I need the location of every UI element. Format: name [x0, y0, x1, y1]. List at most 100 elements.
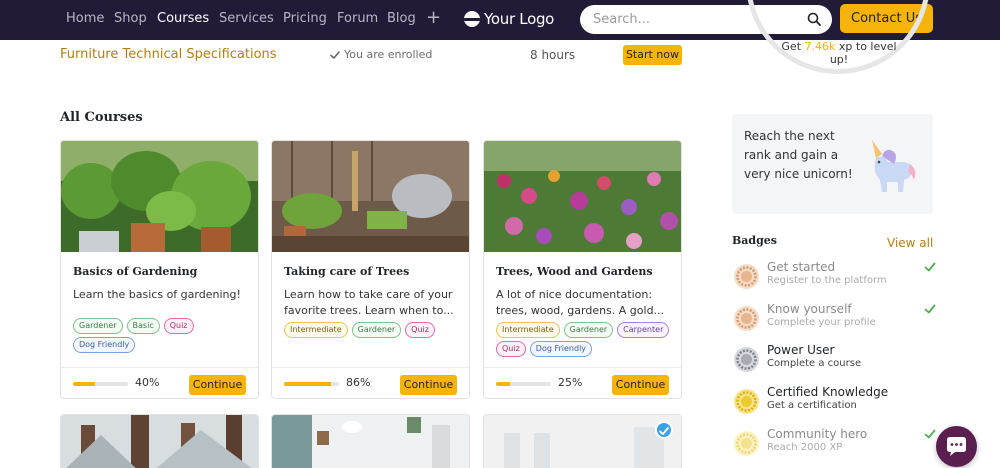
site-logo[interactable]: Your Logo: [464, 8, 554, 30]
tag[interactable]: Dog Friendly: [529, 341, 593, 357]
enrolled-status-label: You are enrolled: [344, 48, 433, 61]
nav-pricing[interactable]: Pricing: [283, 11, 327, 26]
badge-name: Know yourself: [767, 302, 852, 316]
check-icon: [924, 262, 936, 272]
progress-fill: [496, 382, 510, 386]
bronze-medal-icon: [734, 264, 759, 289]
chat-bubble-icon: [947, 437, 966, 456]
tag[interactable]: Quiz: [405, 322, 435, 338]
start-now-button[interactable]: Start now: [623, 45, 682, 65]
gold-medal-icon: [734, 431, 759, 456]
course-card[interactable]: [271, 414, 470, 468]
check-icon: [330, 50, 340, 59]
course-card[interactable]: Basics of Gardening Learn the basics of …: [60, 140, 259, 399]
tag[interactable]: Gardener: [563, 322, 614, 338]
course-image-gardening: [61, 141, 258, 252]
tag[interactable]: Carpenter: [617, 322, 670, 338]
continue-button[interactable]: Continue: [400, 375, 457, 395]
gold-medal-icon: [734, 389, 759, 414]
course-image-trees: [272, 141, 469, 252]
badge-description: Register to the platform: [767, 275, 887, 286]
course-description: Learn how to take care of your favorite …: [284, 288, 454, 317]
badge-know-yourself[interactable]: Know yourself Complete your profile: [732, 302, 936, 336]
badge-description: Reach 2000 XP: [767, 442, 843, 453]
badge-certified-knowledge[interactable]: Certified Knowledge Get a certification: [732, 385, 936, 419]
course-title[interactable]: Taking care of Trees: [284, 265, 462, 278]
nav-blog[interactable]: Blog: [387, 11, 416, 26]
progress-bar: [73, 382, 128, 386]
progress-bar: [284, 382, 339, 386]
badge-get-started[interactable]: Get started Register to the platform: [732, 260, 936, 294]
verified-badge-icon: [655, 421, 673, 439]
bronze-medal-icon: [734, 306, 759, 331]
chat-button[interactable]: [936, 426, 977, 467]
continue-button[interactable]: Continue: [612, 375, 669, 395]
tag[interactable]: Dog Friendly: [73, 337, 136, 353]
all-courses-heading: All Courses: [60, 110, 143, 125]
check-icon: [924, 304, 936, 314]
badge-community-hero[interactable]: Community hero Reach 2000 XP: [732, 427, 936, 461]
course-card[interactable]: [60, 414, 259, 468]
logo-icon: [464, 11, 480, 27]
badge-description: Complete a course: [767, 358, 862, 369]
tag[interactable]: Quiz: [496, 341, 526, 357]
course-tags: Gardener Basic Quiz Dog Friendly: [73, 318, 251, 353]
course-title[interactable]: Basics of Gardening: [73, 265, 251, 278]
badge-name: Certified Knowledge: [767, 385, 889, 399]
tag[interactable]: Intermediate: [496, 322, 560, 338]
xp-value: 7.46k: [804, 40, 836, 53]
nav-services[interactable]: Services: [219, 11, 274, 26]
xp-prefix: Get: [781, 40, 802, 53]
search-placeholder: Search...: [593, 12, 651, 27]
nav-home[interactable]: Home: [66, 11, 104, 26]
tag[interactable]: Intermediate: [284, 322, 348, 338]
check-icon: [924, 429, 936, 439]
course-title[interactable]: Trees, Wood and Gardens: [496, 265, 674, 278]
course-footer: 86% Continue: [272, 367, 469, 398]
course-tags: Intermediate Gardener Carpenter Quiz Dog…: [496, 322, 674, 357]
nav-shop[interactable]: Shop: [114, 11, 147, 26]
nav-courses[interactable]: Courses: [157, 11, 209, 26]
progress-percent: 86%: [346, 376, 371, 389]
progress-bar: [496, 382, 551, 386]
tag[interactable]: Gardener: [351, 322, 402, 338]
progress-fill: [284, 382, 332, 386]
progress-fill: [73, 382, 95, 386]
course-image-forest: [61, 415, 258, 468]
enrolled-hours: 8 hours: [530, 48, 576, 62]
xp-to-level-text: Get 7.46k xp to level up!: [772, 40, 906, 66]
tag[interactable]: Quiz: [163, 318, 194, 334]
course-footer: 25% Continue: [484, 367, 681, 398]
course-image-flowers: [484, 141, 681, 252]
badges-heading: Badges: [732, 234, 777, 247]
nav-forum[interactable]: Forum: [337, 11, 378, 26]
course-image-room: [484, 415, 681, 468]
silver-medal-icon: [734, 347, 759, 372]
progress-percent: 40%: [135, 376, 160, 389]
course-tags: Intermediate Gardener Quiz: [284, 322, 462, 338]
tag[interactable]: Gardener: [73, 318, 123, 334]
enrolled-course-title[interactable]: Furniture Technical Specifications: [60, 47, 277, 62]
enrolled-status: You are enrolled: [329, 48, 432, 61]
course-card[interactable]: Trees, Wood and Gardens A lot of nice do…: [483, 140, 682, 399]
course-image-interior: [272, 415, 469, 468]
course-card[interactable]: Taking care of Trees Learn how to take c…: [271, 140, 470, 399]
tag[interactable]: Basic: [126, 318, 160, 334]
rank-reward-box: Reach the next rank and gain a very nice…: [732, 114, 933, 214]
xp-suffix: xp to level up!: [829, 40, 897, 66]
badge-name: Get started: [767, 260, 836, 274]
course-footer: 40% Continue: [61, 367, 258, 398]
badge-description: Complete your profile: [767, 317, 876, 328]
view-all-badges-link[interactable]: View all: [887, 236, 933, 250]
continue-button[interactable]: Continue: [189, 375, 246, 395]
nav-plus-icon[interactable]: +: [426, 7, 441, 28]
badge-power-user[interactable]: Power User Complete a course: [732, 343, 936, 377]
rank-reward-text: Reach the next rank and gain a very nice…: [744, 129, 853, 181]
course-card[interactable]: [483, 414, 682, 468]
course-description: Learn the basics of gardening!: [73, 288, 241, 301]
badge-name: Community hero: [767, 427, 868, 441]
progress-percent: 25%: [558, 376, 583, 389]
unicorn-icon: [872, 140, 916, 192]
badge-name: Power User: [767, 343, 835, 357]
course-description: A lot of nice documentation: trees, wood…: [496, 288, 665, 317]
